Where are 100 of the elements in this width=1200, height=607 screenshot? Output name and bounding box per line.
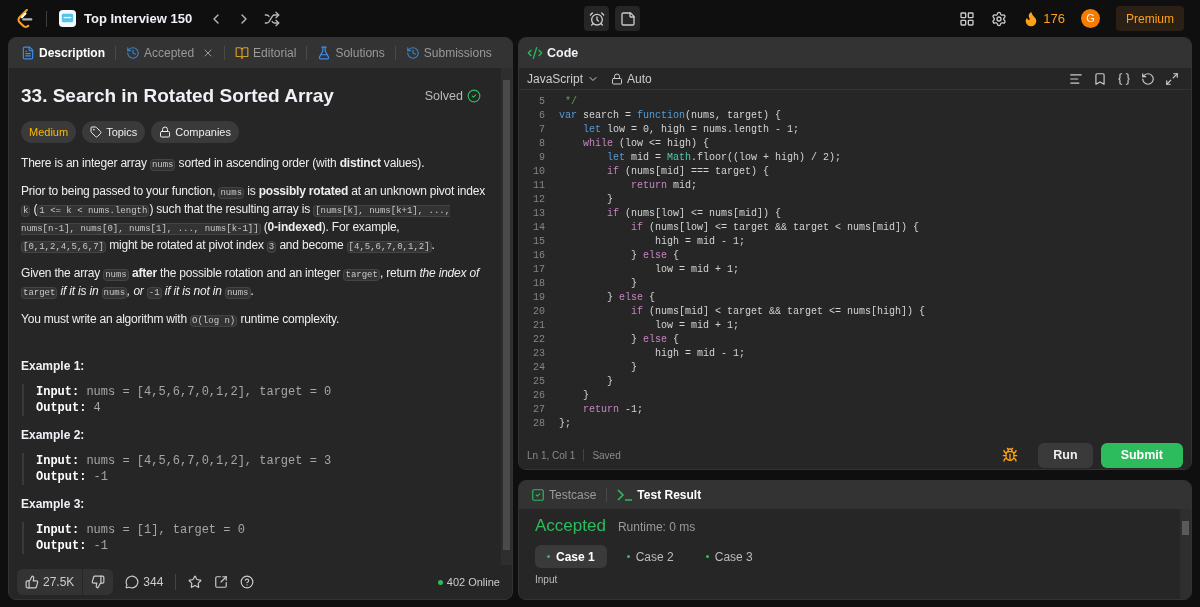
line-number: 7 [538,122,546,137]
solved-status: Solved [424,86,481,106]
example-line: Input: nums = [4,5,6,7,0,1,2], target = 0 [36,384,333,400]
line-number: 13 [532,206,546,221]
tag-icon [90,125,103,138]
code-line: return mid; [630,178,698,193]
settings-icon[interactable] [991,10,1008,27]
line-number: 17 [532,262,546,277]
example-title: Example 2: [21,428,86,443]
logo-icon[interactable] [16,8,34,29]
line-number: 27 [532,402,546,417]
code-line: var search = function(nums, target) { [559,108,782,123]
example-title: Example 1: [21,359,86,374]
panel-tab[interactable]: Submissions [401,44,496,62]
line-number: 16 [532,248,546,263]
shuffle-icon[interactable] [264,10,281,27]
star-icon[interactable] [188,575,203,589]
comment-icon [125,575,140,589]
panel-title: Code [547,44,579,62]
case-tab[interactable]: Case 2 [614,545,686,568]
code-line: let mid = Math.floor((low + high) / 2); [606,150,842,165]
code-line: } [630,276,637,291]
braces-icon[interactable] [1117,71,1131,86]
premium-button[interactable]: Premium [1116,6,1184,31]
panel-tab[interactable]: Description [17,44,109,62]
example-line: Input: nums = [1], target = 0 [36,522,246,538]
line-number: 14 [532,220,546,235]
cursor-position: Ln 1, Col 1 [527,448,576,463]
case-tab[interactable]: Case 3 [693,545,765,568]
problem-title: 33. Search in Rotated Sorted Array [21,84,334,108]
example-line: Output: 4 [36,400,102,416]
thumbs-down-icon [91,575,106,589]
panel-tab[interactable]: Editorial [231,44,301,62]
difficulty-tag: Medium [21,120,77,143]
help-icon[interactable] [240,575,255,589]
code-line: if (nums[mid] === target) { [606,164,770,179]
bookmark-icon[interactable] [1093,71,1107,86]
topic-tag[interactable]: Topics [82,120,146,143]
history-icon [405,46,420,60]
panel-tab[interactable]: Test Result [613,486,706,504]
line-number: 21 [532,318,546,333]
topic-tag[interactable]: Companies [151,120,239,143]
description-paragraph: Given the array nums after the possible rotation and an integer target , return the index of target if it is in nums , or -1 if it is not in nums . [21,265,482,301]
share-icon[interactable] [214,575,229,589]
scrollbar[interactable] [1180,509,1191,599]
notes-button[interactable] [615,6,640,31]
mode-indicator[interactable]: Auto [611,69,652,88]
code-line: high = mid - 1; [654,234,746,249]
comments-button[interactable]: 344 [121,573,168,591]
book-icon [235,46,250,60]
thumbs-up-icon [25,575,39,589]
code-line: } else { [630,248,680,263]
panel-tab[interactable]: Accepted [122,44,219,62]
panel-tab[interactable]: Testcase [527,486,601,504]
online-count: 402 Online [446,574,500,590]
grid-icon[interactable] [959,10,976,27]
line-number: 23 [532,346,546,361]
run-button[interactable]: Run [1038,442,1093,468]
code-line: */ [564,94,577,109]
timer-button[interactable] [584,6,609,31]
line-number: 19 [532,290,546,305]
expand-icon[interactable] [1165,71,1179,86]
code-line: } [606,192,613,207]
line-number: 15 [532,234,546,249]
line-number: 6 [538,108,546,123]
code-line: } [606,374,613,389]
code-line: if (nums[low] <= target && target < nums[mid]) { [630,220,920,235]
reset-icon[interactable] [1141,71,1155,86]
line-number: 10 [532,164,546,179]
line-number: 24 [532,360,546,375]
check-circle-icon [467,89,481,104]
example-line: Output: -1 [36,538,110,554]
line-number: 11 [532,178,546,193]
code-line: low = mid + 1; [654,318,740,333]
line-number: 25 [532,374,546,389]
case-tab[interactable]: Case 1 [535,545,607,568]
language-dropdown[interactable]: JavaScript [527,69,600,88]
code-line: high = mid - 1; [654,346,746,361]
save-status: Saved [592,448,621,463]
scrollbar[interactable] [501,68,512,565]
code-line: } [582,388,589,403]
example-title: Example 3: [21,497,86,512]
problem-list-title[interactable]: Top Interview 150 [84,8,193,29]
line-number: 9 [538,150,546,165]
debugger-icon[interactable] [1002,447,1019,463]
description-paragraph: You must write an algorithm with O(log n) runtime complexity. [21,311,341,329]
streak-count[interactable]: 176 [1043,8,1065,29]
panel-tab[interactable]: Solutions [313,44,389,62]
section-label: Input [535,574,559,586]
example-line: Output: -1 [36,469,110,485]
code-line: while (low <= high) { [582,136,710,151]
code-line: if (nums[mid] < target && target <= nums[high]) { [630,304,926,319]
line-number: 26 [532,388,546,403]
description-paragraph: There is an integer array nums sorted in ascending order (with distinct values). [21,155,426,173]
code-line: let low = 0, high = nums.length - 1; [582,122,800,137]
code-line: low = mid + 1; [654,262,740,277]
study-plan-icon[interactable] [59,10,76,27]
alarm-icon [588,10,605,27]
example-line: Input: nums = [4,5,6,7,0,1,2], target = 3 [36,453,333,469]
format-icon[interactable] [1069,71,1083,86]
